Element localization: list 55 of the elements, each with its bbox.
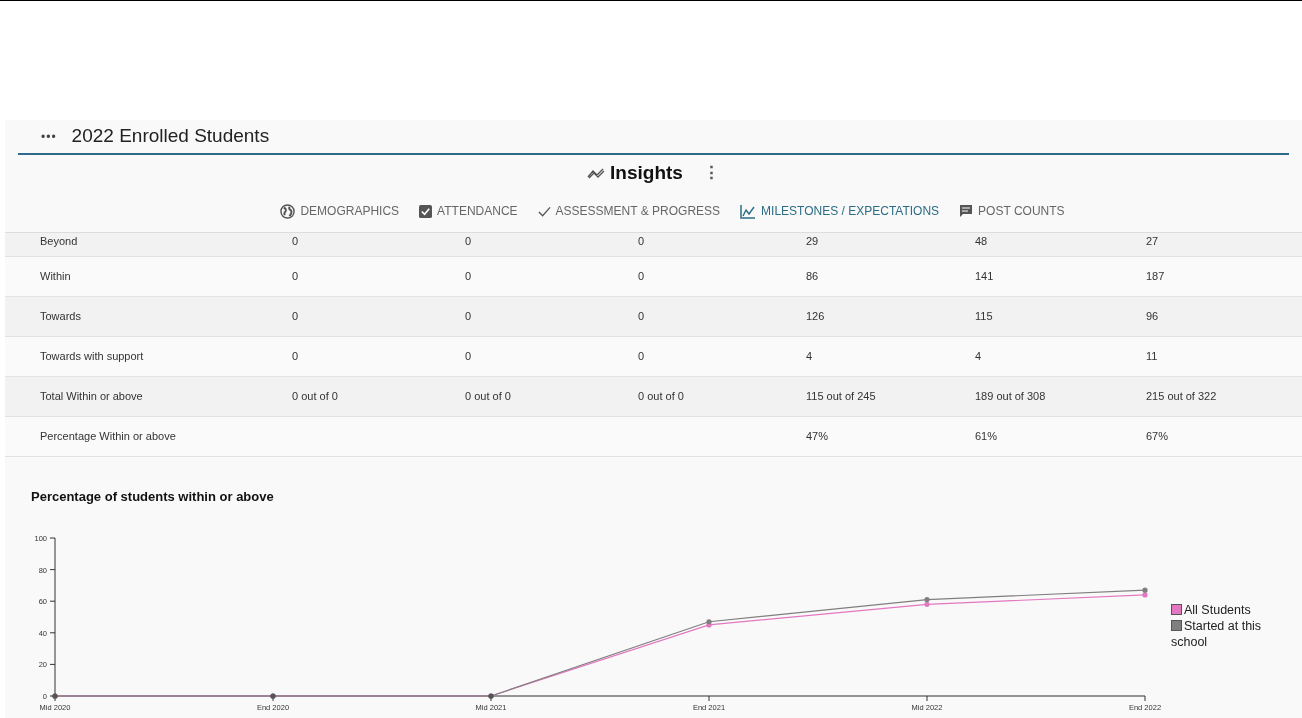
table-cell-text: 48 (975, 234, 988, 249)
table-cell-text: 0 (465, 309, 472, 325)
table-cell-text: 61% (975, 429, 998, 445)
table-cell-text: 0 (465, 269, 472, 285)
table-cell-text: Towards (40, 309, 81, 325)
checkbox-icon (419, 204, 433, 218)
table-cell-text: 0 (638, 309, 645, 325)
table-cell-text: 0 (292, 234, 299, 249)
table-cell-text: 0 (292, 309, 299, 325)
page-title: 2022 Enrolled Students (71, 124, 270, 149)
table-cell-text: Total Within or above (40, 389, 143, 405)
chart-icon (740, 203, 757, 219)
legend-label: Started at this school (1171, 618, 1262, 649)
table-cell-text: 0 (638, 349, 645, 365)
table-cell-text: 0 (465, 234, 472, 249)
trend-icon (587, 167, 606, 179)
table-cell-text: 0 (638, 269, 645, 285)
table-cell-text: 0 out of 0 (465, 389, 511, 405)
table-cell-text: 27 (1146, 234, 1159, 249)
tab[interactable]: DEMOGRAPHICS (280, 196, 400, 226)
table-cell-text: 187 (1146, 269, 1165, 285)
comment-icon (959, 204, 974, 218)
chart-title: Percentage of students within or above (31, 488, 275, 506)
menu-icon[interactable]: ••• (41, 127, 57, 146)
tab[interactable]: ASSESSMENT & PROGRESS (537, 196, 721, 226)
table-cell-text: Percentage Within or above (40, 429, 176, 445)
table-cell-text: 115 (975, 309, 993, 325)
table-cell-text: 0 (292, 269, 299, 285)
table-cell-text: 29 (806, 234, 819, 249)
table-cell-text: 0 (465, 349, 472, 365)
table-cell-text: 4 (975, 349, 982, 365)
table-cell-text: 126 (806, 309, 825, 325)
table-cell-text: 141 (975, 269, 994, 285)
table-cell-text: 47% (806, 429, 829, 445)
tab[interactable]: POST COUNTS (959, 196, 1065, 226)
table-cell-text: 189 out of 308 (975, 389, 1046, 405)
tab[interactable]: ATTENDANCE (419, 196, 518, 226)
insights-title: Insights (610, 160, 683, 185)
legend-label: All Students (1184, 602, 1251, 617)
table-cell-text: 86 (806, 269, 819, 285)
table-cell-text: Towards with support (40, 349, 144, 365)
table-cell-text: 115 out of 245 (806, 389, 876, 405)
table-cell-text: Within (40, 269, 71, 285)
table-cell-text: 0 (638, 234, 645, 249)
table-cell-text: 67% (1146, 429, 1169, 445)
check-icon (537, 205, 551, 217)
table-cell-text: 11 (1146, 349, 1158, 365)
table-cell-text: 0 out of 0 (638, 389, 684, 405)
table-cell-text: 0 out of 0 (292, 389, 338, 405)
table-cell-text: 0 (292, 349, 299, 365)
table-cell-text: 96 (1146, 309, 1159, 325)
table-cell-text: 4 (806, 349, 813, 365)
table-cell-text: Beyond (40, 234, 78, 249)
table-cell-text: 215 out of 322 (1146, 389, 1217, 405)
more-icon[interactable]: ⋮ (702, 160, 720, 186)
